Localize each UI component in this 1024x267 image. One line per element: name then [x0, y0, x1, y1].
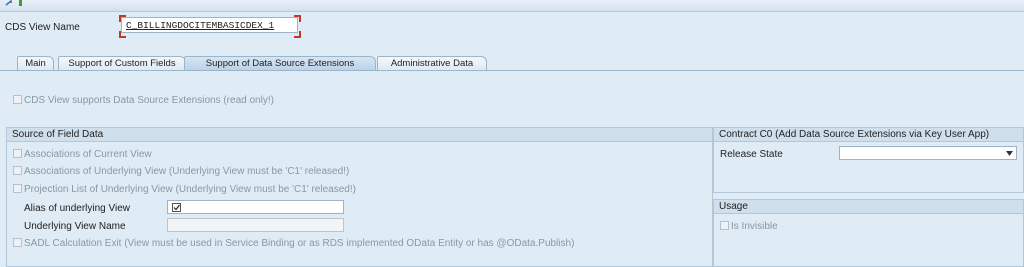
- release-state-label: Release State: [720, 149, 783, 160]
- projection-list-row: Projection List of Underlying View (Unde…: [13, 184, 356, 195]
- source-group-title: Source of Field Data: [7, 128, 712, 142]
- assoc-underlying-label: Associations of Underlying View (Underly…: [24, 166, 350, 177]
- is-invisible-row: Is Invisible: [720, 221, 778, 232]
- tab-custom-fields[interactable]: Support of Custom Fields: [58, 56, 186, 71]
- contract-group: Contract C0 (Add Data Source Extensions …: [713, 127, 1024, 193]
- underlying-view-name-label: Underlying View Name: [24, 221, 126, 232]
- assoc-current-label: Associations of Current View: [24, 149, 152, 160]
- cds-view-name-label: CDS View Name: [5, 22, 80, 33]
- usage-group: Usage: [713, 199, 1024, 267]
- required-marker: [294, 15, 301, 22]
- required-marker: [119, 15, 126, 22]
- chevron-down-icon[interactable]: [1006, 151, 1013, 156]
- supports-extensions-row: CDS View supports Data Source Extensions…: [13, 95, 274, 106]
- assoc-current-row: Associations of Current View: [13, 149, 152, 160]
- activate-icon[interactable]: [17, 0, 26, 7]
- alias-field[interactable]: [167, 200, 344, 214]
- projection-list-checkbox[interactable]: [13, 184, 22, 193]
- assoc-current-checkbox[interactable]: [13, 149, 22, 158]
- alias-checkbox-icon[interactable]: [172, 203, 181, 212]
- toolbar: [0, 0, 1024, 12]
- assoc-underlying-checkbox[interactable]: [13, 166, 22, 175]
- required-marker: [294, 31, 301, 38]
- sadl-checkbox[interactable]: [13, 238, 22, 247]
- alias-label: Alias of underlying View: [24, 203, 130, 214]
- usage-group-title: Usage: [714, 200, 1023, 214]
- sadl-label: SADL Calculation Exit (View must be used…: [24, 238, 575, 249]
- required-marker: [119, 31, 126, 38]
- supports-extensions-label: CDS View supports Data Source Extensions…: [24, 95, 274, 106]
- tab-main[interactable]: Main: [17, 56, 54, 71]
- tab-administrative-data[interactable]: Administrative Data: [377, 56, 487, 71]
- supports-extensions-checkbox[interactable]: [13, 95, 22, 104]
- underlying-view-name-field[interactable]: [167, 218, 344, 232]
- sadl-row: SADL Calculation Exit (View must be used…: [13, 238, 574, 249]
- cds-view-name-field[interactable]: C_BILLINGDOCITEMBASICDEX_1: [121, 17, 298, 33]
- is-invisible-checkbox[interactable]: [720, 221, 729, 230]
- assoc-underlying-row: Associations of Underlying View (Underly…: [13, 166, 349, 177]
- contract-group-title: Contract C0 (Add Data Source Extensions …: [714, 128, 1023, 142]
- tab-divider: [0, 70, 1024, 71]
- tab-data-source-extensions[interactable]: Support of Data Source Extensions: [184, 56, 376, 71]
- release-state-dropdown[interactable]: [839, 146, 1017, 160]
- back-arrow-icon[interactable]: [5, 0, 14, 7]
- projection-list-label: Projection List of Underlying View (Unde…: [24, 184, 356, 195]
- is-invisible-label: Is Invisible: [731, 221, 778, 232]
